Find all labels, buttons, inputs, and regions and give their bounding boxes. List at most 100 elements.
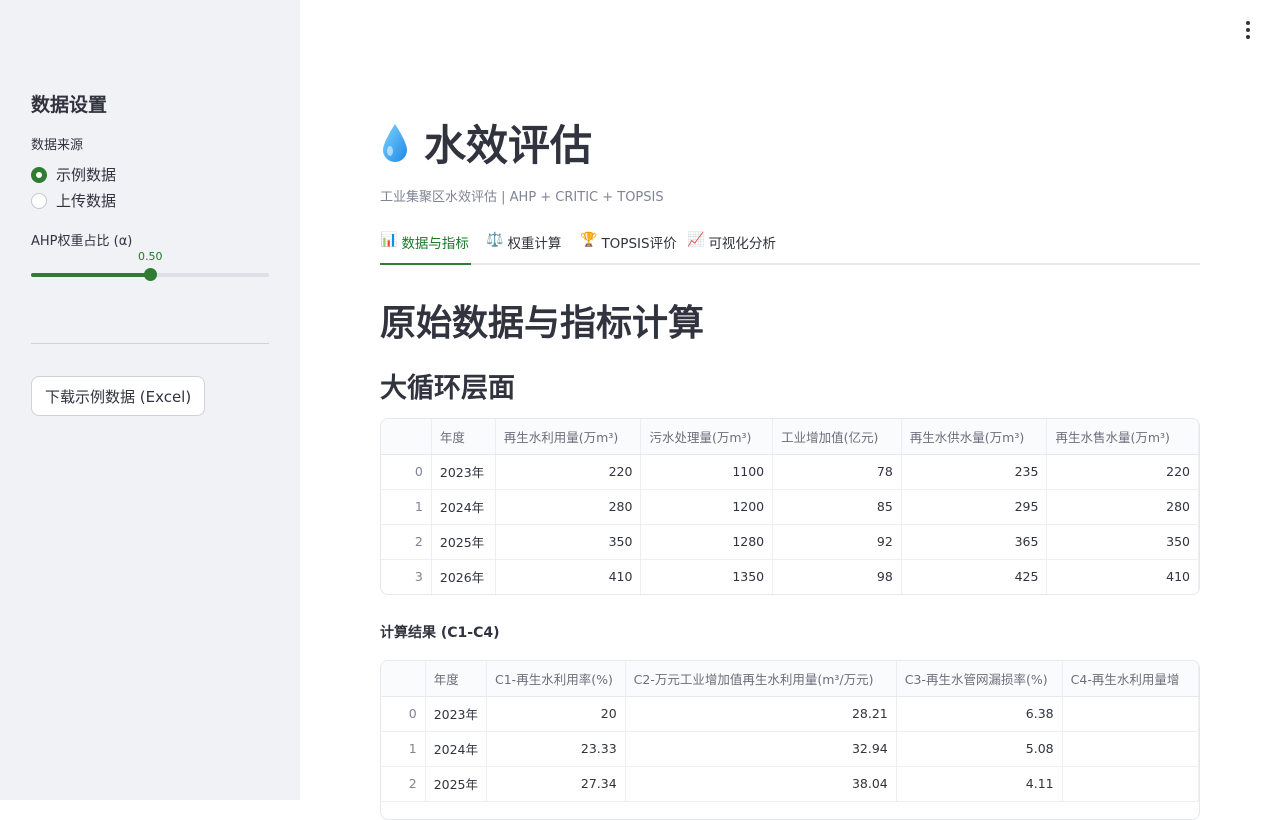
ahp-weight-slider[interactable] [31,268,269,281]
row-index[interactable]: 0 [381,454,432,490]
table-cell[interactable]: 220 [495,454,642,490]
table-row: 3 2026年 410 1350 98 425 410 [381,559,1199,594]
ahp-weight-label: AHP权重占比 (α) [31,234,133,249]
sidebar-title: 数据设置 [31,94,108,116]
table-cell[interactable]: 1350 [640,559,774,594]
tab-weight-calc[interactable]: ⚖️ 权重计算 [486,232,561,265]
table-cell[interactable]: 5.08 [896,731,1063,767]
radio-upload-data-label: 上传数据 [56,192,117,210]
row-index[interactable]: 1 [381,731,426,767]
table-row: 1 2024年 23.33 32.94 5.08 [381,731,1199,767]
tab-label: 权重计算 [507,236,562,252]
table-cell[interactable]: 365 [901,524,1048,560]
table-cell[interactable]: 1100 [640,454,774,490]
scale-icon: ⚖️ [486,232,504,248]
slider-fill [31,273,150,277]
tab-bar: 📊 数据与指标 ⚖️ 权重计算 🏆 TOPSIS评价 📈 可视化分析 [380,228,1200,265]
table-cell[interactable]: 38.04 [625,766,897,802]
table-cell[interactable]: 85 [772,489,902,525]
sidebar: 数据设置 数据来源 示例数据 上传数据 AHP权重占比 (α) 0.50 下载示… [0,0,300,800]
table-row: 1 2024年 280 1200 85 295 280 [381,489,1199,525]
radio-unselected-icon [31,192,47,209]
table-cell[interactable]: 1200 [640,489,774,525]
column-header[interactable]: 年度 [425,661,488,697]
table-cell[interactable]: 235 [901,454,1048,490]
table-cell[interactable]: 2023年 [425,696,488,732]
table-cell[interactable]: 1280 [640,524,774,560]
table-cell[interactable] [1062,731,1199,767]
table-cell[interactable]: 350 [495,524,642,560]
table-cell[interactable]: 32.94 [625,731,897,767]
slider-thumb[interactable] [144,268,157,281]
table-cell[interactable]: 28.21 [625,696,897,732]
download-sample-button[interactable]: 下载示例数据 (Excel) [31,376,206,416]
index-header[interactable] [381,419,432,455]
row-index[interactable]: 2 [381,524,432,560]
radio-upload-data[interactable]: 上传数据 [31,190,116,211]
ahp-weight-value: 0.50 [138,250,163,263]
table-cell[interactable] [1062,766,1199,802]
table-cell[interactable]: 2026年 [431,559,496,594]
column-header[interactable]: 再生水利用量(万m³) [495,419,642,455]
column-header[interactable]: 再生水供水量(万m³) [901,419,1048,455]
table-cell[interactable]: 92 [772,524,902,560]
column-header[interactable]: 污水处理量(万m³) [640,419,774,455]
table-cell[interactable]: 220 [1046,454,1199,490]
table-cell[interactable]: 350 [1046,524,1199,560]
chart-up-icon: 📈 [687,232,705,248]
table-cell[interactable]: 280 [1046,489,1199,525]
column-header[interactable]: 再生水售水量(万m³) [1046,419,1199,455]
tab-label: 可视化分析 [708,236,776,252]
table-cell[interactable]: 410 [495,559,642,594]
droplet-icon [383,123,407,162]
row-index[interactable]: 1 [381,489,432,525]
radio-sample-data-label: 示例数据 [56,166,117,184]
main-menu-icon[interactable] [1240,20,1256,40]
radio-sample-data[interactable]: 示例数据 [31,164,116,185]
row-index[interactable]: 3 [381,559,432,594]
index-header[interactable] [381,661,426,697]
table-cell[interactable]: 78 [772,454,902,490]
table-cell[interactable]: 295 [901,489,1048,525]
table-cell[interactable]: 425 [901,559,1048,594]
column-header[interactable]: C1-再生水利用率(%) [486,661,626,697]
table-cell[interactable]: 20 [486,696,626,732]
row-index[interactable]: 0 [381,696,426,732]
table-cell[interactable]: 98 [772,559,902,594]
table-cell[interactable]: 23.33 [486,731,626,767]
table-cell[interactable]: 2023年 [431,454,496,490]
table-cell[interactable]: 2025年 [431,524,496,560]
row-index[interactable]: 2 [381,766,426,802]
raw-data-table[interactable]: 年度 再生水利用量(万m³) 污水处理量(万m³) 工业增加值(亿元) 再生水供水量(万… [380,418,1200,595]
tab-visualization[interactable]: 📈 可视化分析 [687,232,776,265]
section-title: 原始数据与指标计算 [380,303,705,344]
table-row: 2 2025年 27.34 38.04 4.11 [381,766,1199,802]
table-cell[interactable]: 27.34 [486,766,626,802]
page-title: 水效评估 [380,112,592,173]
table-cell[interactable]: 280 [495,489,642,525]
table-cell[interactable]: 2024年 [431,489,496,525]
column-header[interactable]: C4-再生水利用量增 [1062,661,1199,697]
tab-data-indicators[interactable]: 📊 数据与指标 [380,232,471,265]
tab-label: 数据与指标 [401,236,469,252]
page-caption: 工业集聚区水效评估 | AHP + CRITIC + TOPSIS [380,190,664,205]
results-title: 计算结果 (C1-C4) [380,625,500,641]
table-cell[interactable]: 410 [1046,559,1199,594]
table-cell[interactable]: 6.38 [896,696,1063,732]
column-header[interactable]: C2-万元工业增加值再生水利用量(m³/万元) [625,661,897,697]
table-row: 0 2023年 20 28.21 6.38 [381,696,1199,732]
results-table[interactable]: 年度 C1-再生水利用率(%) C2-万元工业增加值再生水利用量(m³/万元) C3-… [380,660,1200,820]
table-cell[interactable] [1062,696,1199,732]
table-cell[interactable]: 2025年 [425,766,488,802]
trophy-icon: 🏆 [580,232,598,248]
column-header[interactable]: 工业增加值(亿元) [772,419,902,455]
table-cell[interactable]: 4.11 [896,766,1063,802]
tab-topsis[interactable]: 🏆 TOPSIS评价 [580,232,677,265]
tab-label: TOPSIS评价 [601,236,677,252]
column-header[interactable]: C3-再生水管网漏损率(%) [896,661,1063,697]
table-cell[interactable]: 2024年 [425,731,488,767]
subsection-title: 大循环层面 [380,373,515,404]
sidebar-divider [31,343,269,344]
table-row: 0 2023年 220 1100 78 235 220 [381,454,1199,490]
column-header[interactable]: 年度 [431,419,496,455]
